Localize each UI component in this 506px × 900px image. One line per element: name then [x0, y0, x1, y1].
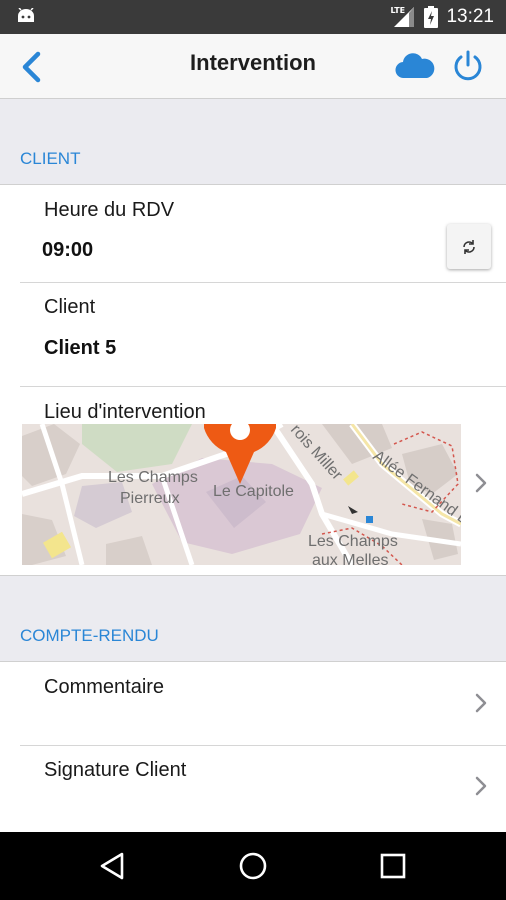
- map-label: Les Champs: [108, 469, 198, 486]
- refresh-icon: [463, 239, 475, 254]
- client-label: Client: [44, 296, 96, 318]
- status-time: 13:21: [446, 6, 494, 27]
- back-chevron-icon[interactable]: [18, 51, 48, 83]
- battery-icon: [424, 6, 439, 28]
- chevron-right-icon: [475, 776, 487, 796]
- appointment-time-value: 09:00: [42, 239, 94, 261]
- location-label: Lieu d'intervention: [44, 401, 206, 423]
- signature-cell[interactable]: Signature Client: [0, 746, 506, 830]
- navigation-bar: Intervention: [0, 34, 506, 99]
- map-label: Les Champs: [308, 533, 398, 550]
- lte-signal-icon: LTE: [390, 6, 416, 28]
- status-bar: LTE 13:21: [0, 0, 506, 34]
- comment-cell[interactable]: Commentaire: [0, 662, 506, 745]
- home-circle-icon[interactable]: [233, 848, 273, 884]
- comment-label: Commentaire: [44, 676, 165, 698]
- power-icon[interactable]: [452, 49, 484, 83]
- section-header-report: COMPTE-RENDU: [20, 626, 159, 645]
- section-header-client: CLIENT: [20, 149, 81, 168]
- report-group: Commentaire Signature Client: [0, 661, 506, 836]
- signature-label: Signature Client: [44, 759, 187, 781]
- map-label: Le Capitole: [213, 483, 294, 500]
- client-cell[interactable]: Client Client 5: [0, 283, 506, 386]
- android-icon: [18, 8, 34, 22]
- map-label: Pierreux: [120, 490, 180, 507]
- recents-square-icon[interactable]: [373, 848, 413, 884]
- system-navigation-bar: [0, 832, 506, 900]
- chevron-right-icon: [475, 473, 487, 493]
- appointment-time-label: Heure du RDV: [44, 199, 175, 221]
- location-map[interactable]: Les Champs Pierreux Le Capitole Les Cham…: [22, 424, 461, 565]
- client-value: Client 5: [44, 337, 117, 359]
- map-label: aux Melles: [312, 552, 388, 565]
- cloud-icon[interactable]: [394, 52, 436, 80]
- refresh-button[interactable]: [447, 224, 491, 269]
- back-triangle-icon[interactable]: [92, 848, 132, 884]
- chevron-right-icon: [475, 693, 487, 713]
- appointment-time-cell[interactable]: Heure du RDV 09:00: [0, 185, 506, 283]
